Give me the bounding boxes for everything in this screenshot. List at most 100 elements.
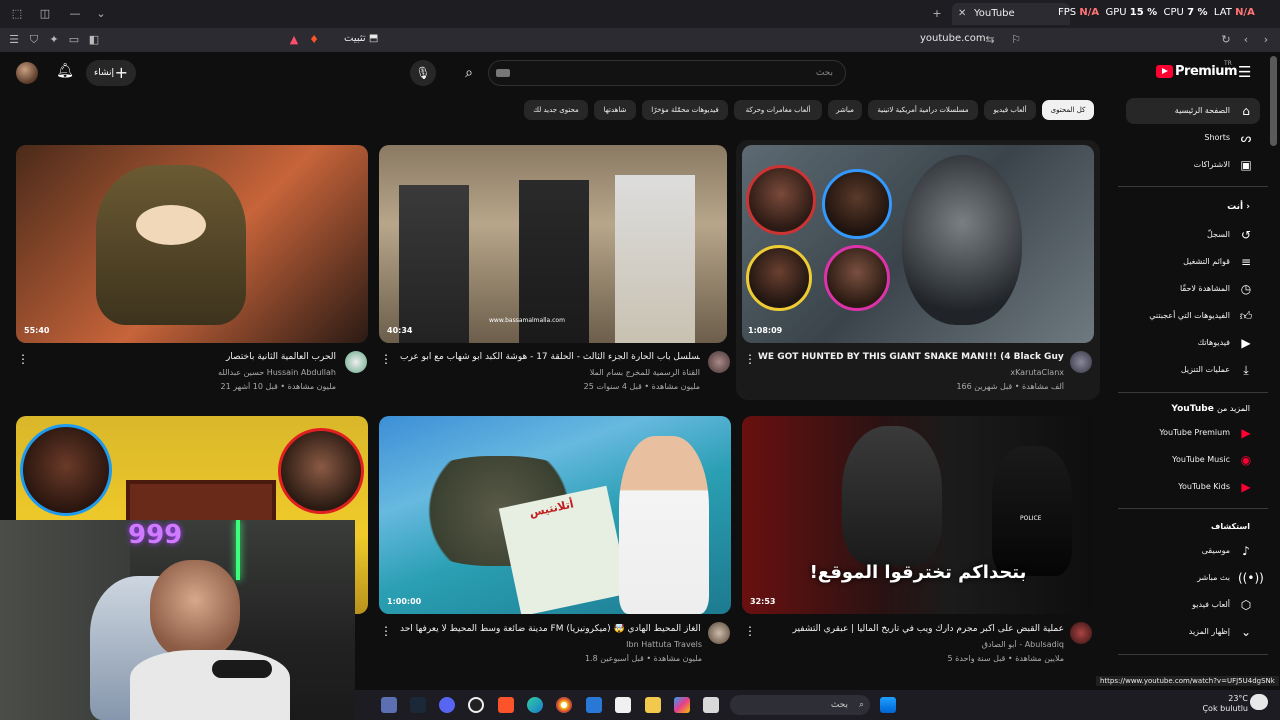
notifications-bell-icon[interactable]: 🔔︎ [56, 63, 74, 81]
sidebar-item-live[interactable]: بث مباشر ((•)) [1126, 565, 1264, 591]
sidebar-section-you[interactable]: أنت › [1227, 202, 1250, 212]
chip-new-to-you[interactable]: محتوى جديد لك [524, 100, 588, 120]
sidebar-item-shorts[interactable]: Shorts ᔕ [1126, 125, 1260, 151]
chevron-down-icon[interactable]: ⌄ [92, 5, 110, 23]
sidebar-item-your-videos[interactable]: فيديوهاتك ▶ [1126, 330, 1260, 356]
sidebar-item-show-more[interactable]: إظهار المزيد ⌄ [1126, 619, 1260, 645]
tab-youtube[interactable]: ✕ YouTube [952, 3, 1070, 25]
brave-browser-icon[interactable] [498, 697, 514, 713]
channel-name[interactable]: Ibn Hattuta Travels [450, 640, 702, 649]
chip-gaming[interactable]: ألعاب فيديو [984, 100, 1036, 120]
youtube-premium-logo[interactable]: Premium TR [1156, 60, 1238, 82]
site-settings-icon[interactable]: ⇆ [982, 32, 998, 48]
minimize-icon[interactable]: — [66, 5, 84, 23]
avatar[interactable] [16, 62, 38, 84]
more-options-icon[interactable]: ⋮ [17, 352, 29, 366]
keyboard-icon[interactable] [496, 69, 510, 77]
channel-name[interactable]: أبو الصادق - Abulsadiq [860, 640, 1064, 649]
chip-action-adventure[interactable]: ألعاب مغامرات وحركة [734, 100, 822, 120]
close-tab-icon[interactable]: ✕ [958, 3, 966, 25]
chrome-browser-icon[interactable] [556, 697, 572, 713]
voice-search-microphone-icon[interactable]: 🎙︎ [410, 60, 436, 86]
brave-shield-icon[interactable]: ♦ [306, 32, 322, 48]
chip-all[interactable]: كل المحتوى [1042, 100, 1094, 120]
channel-avatar[interactable] [1070, 622, 1092, 644]
sidebar-menu-icon[interactable]: ☰ [6, 32, 22, 48]
thumbnail-face [824, 245, 890, 311]
sidebar-item-playlists[interactable]: قوائم التشغيل ≡ [1126, 249, 1260, 275]
sidebar-item-watch-later[interactable]: المشاهدة لاحقًا ◷ [1126, 276, 1260, 302]
extensions-icon[interactable]: ✦ [46, 32, 62, 48]
sidebar-item-yt-kids[interactable]: YouTube Kids ▶ [1126, 474, 1260, 500]
chip-telenovelas[interactable]: مسلسلات درامية أمريكية لاتينية [868, 100, 978, 120]
video-title[interactable]: الحرب العالمية الثانية باختصار [60, 352, 336, 362]
tab-overview-icon[interactable]: ◫ [36, 5, 54, 23]
channel-name[interactable]: حسين عبدالله Hussain Abdullah [60, 368, 336, 377]
channel-avatar[interactable] [708, 351, 730, 373]
rewards-icon[interactable]: ▲ [286, 32, 302, 48]
video-thumbnail[interactable]: www.bassamalmalla.com 40:34 [379, 145, 727, 343]
obs-app-icon[interactable] [468, 697, 484, 713]
bookmark-icon[interactable]: ⚐ [1008, 32, 1024, 48]
install-app-button[interactable]: تثبيت ⬒ [344, 33, 378, 44]
forward-icon[interactable]: › [1258, 32, 1274, 48]
music-icon: ♪ [1242, 544, 1250, 558]
channel-avatar[interactable] [345, 351, 367, 373]
more-options-icon[interactable]: ⋮ [744, 352, 756, 366]
sidebar-toggle-icon[interactable]: ◧ [86, 32, 102, 48]
video-title[interactable]: WE GOT HUNTED BY THIS GIANT SNAKE MAN!!!… [758, 352, 1064, 362]
guide-menu-icon[interactable]: ☰ [1238, 64, 1254, 80]
photos-app-icon[interactable] [674, 697, 690, 713]
new-tab-icon[interactable]: + [928, 5, 946, 23]
steam-app-icon[interactable] [410, 697, 426, 713]
url-field[interactable]: youtube.com [920, 33, 986, 44]
taskbar-search-input[interactable]: بحث ⌕ [730, 695, 870, 715]
sidebar-item-liked[interactable]: الفيديوهات التي أعجبتني 👍︎ [1126, 303, 1260, 329]
channel-name[interactable]: xKarutaClanx [860, 368, 1064, 377]
sidebar-item-yt-premium[interactable]: YouTube Premium ▶ [1126, 420, 1260, 446]
sidebar-item-gaming[interactable]: ألعاب فيديو ⬡ [1126, 592, 1260, 618]
video-thumbnail[interactable]: أتلانتيس 1:00:00 [379, 416, 731, 614]
chip-recently-uploaded[interactable]: فيديوهات محمّلة مؤخرًا [642, 100, 728, 120]
sidebar-item-subscriptions[interactable]: الاشتراكات ▣ [1126, 152, 1260, 178]
sidebar-item-home[interactable]: الصفحة الرئيسية ⌂ [1126, 98, 1260, 124]
create-button[interactable]: إنشاء + [86, 60, 136, 86]
chip-live[interactable]: مباشر [828, 100, 862, 120]
video-thumbnail[interactable]: POLICE بتحداكم تخترقوا الموقع! 32:53 [742, 416, 1094, 614]
more-options-icon[interactable]: ⋮ [380, 352, 392, 366]
edge-browser-icon[interactable] [527, 697, 543, 713]
channel-avatar[interactable] [708, 622, 730, 644]
video-title[interactable]: مسلسل باب الحارة الجزء الثالث - الحلقة 1… [400, 352, 700, 362]
sidebar-item-downloads[interactable]: عمليات التنزيل ⤓ [1126, 357, 1260, 383]
sidebar-item-label: موسيقى [1201, 546, 1230, 555]
weather-widget[interactable]: 23°C Çok bulutlu [1200, 694, 1248, 714]
windows-start-icon[interactable] [880, 697, 896, 713]
settings-app-icon[interactable] [381, 697, 397, 713]
wallet-icon[interactable]: ▭ [66, 32, 82, 48]
video-thumbnail[interactable]: 55:40 [16, 145, 368, 343]
download-icon: ⤓ [1243, 363, 1249, 377]
discord-app-icon[interactable] [439, 697, 455, 713]
store-app-icon[interactable] [615, 697, 631, 713]
search-input[interactable]: بحث [488, 60, 846, 86]
sidebar-item-yt-music[interactable]: YouTube Music ◉ [1126, 447, 1260, 473]
shield-icon[interactable]: ⛉ [26, 32, 42, 48]
page-scrollbar[interactable] [1270, 56, 1277, 146]
reload-icon[interactable]: ↻ [1218, 32, 1234, 48]
task-view-icon[interactable] [703, 697, 719, 713]
sidebar-item-music[interactable]: موسيقى ♪ [1126, 538, 1260, 564]
video-thumbnail[interactable]: 1:08:09 [742, 145, 1094, 343]
search-button-icon[interactable]: ⌕ [452, 60, 486, 86]
sidebar-item-history[interactable]: السجلّ ↺ [1126, 222, 1260, 248]
file-explorer-icon[interactable] [645, 697, 661, 713]
video-title[interactable]: مدينة ضائعة وسط المحيط لا يعرفها أحد FM … [400, 624, 702, 634]
chip-watched[interactable]: شاهدتها [594, 100, 636, 120]
video-title[interactable]: عملية القبض على اكبر مجرم دارك ويب في تا… [760, 624, 1064, 634]
back-icon[interactable]: ‹ [1238, 32, 1254, 48]
mail-app-icon[interactable] [586, 697, 602, 713]
channel-name[interactable]: القناة الرسمية للمخرج بسام الملا [450, 368, 700, 377]
browser-menu-icon[interactable]: ⬚ [8, 5, 26, 23]
more-options-icon[interactable]: ⋮ [744, 624, 756, 638]
more-options-icon[interactable]: ⋮ [380, 624, 392, 638]
channel-avatar[interactable] [1070, 351, 1092, 373]
